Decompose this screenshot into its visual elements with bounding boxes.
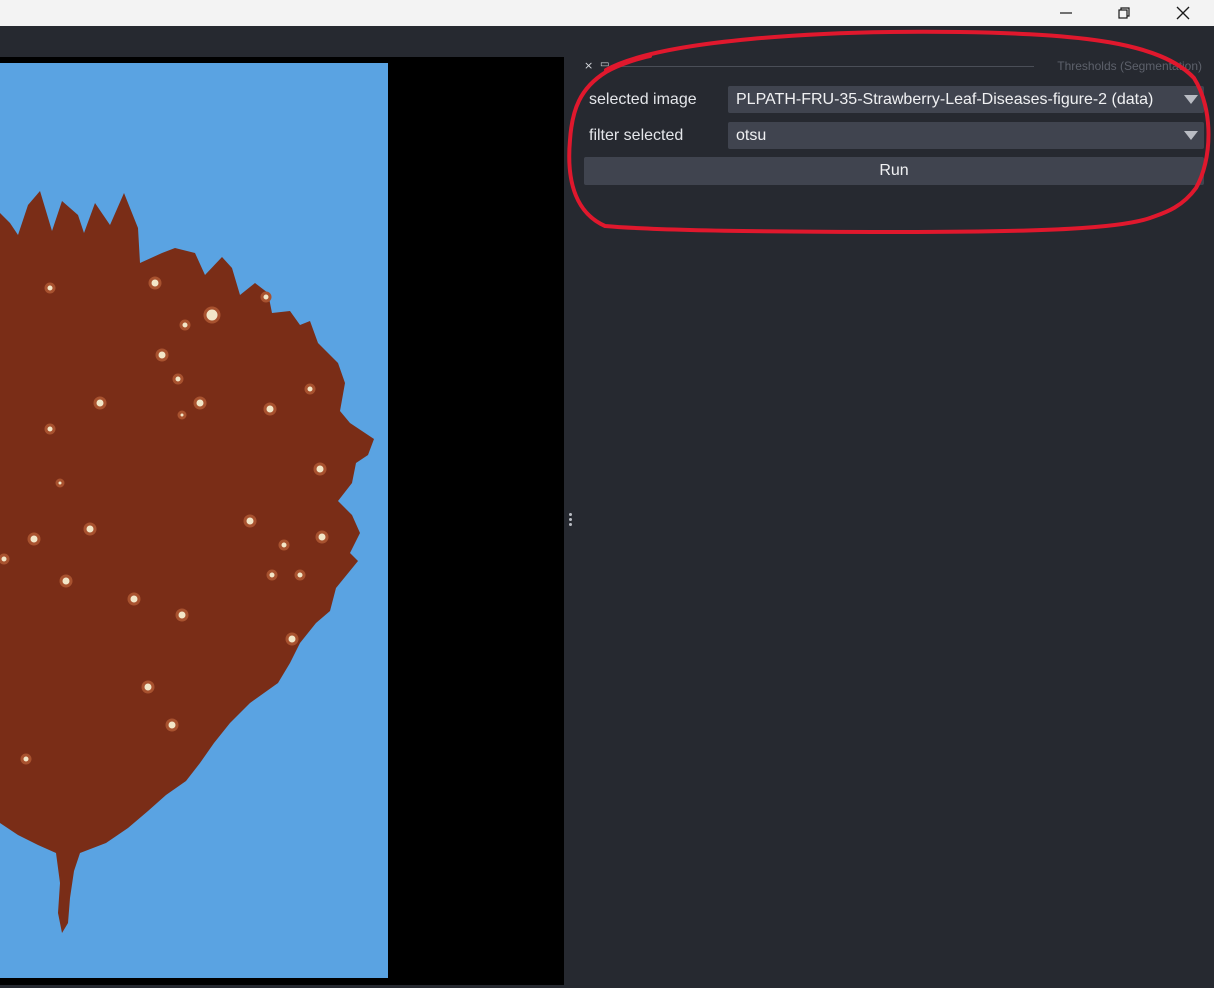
- dock-title-bar: × ▭ Thresholds (Segmentation): [578, 57, 1214, 77]
- filter-selected-label: filter selected: [589, 127, 684, 144]
- dock-title-divider: [618, 66, 1034, 67]
- selected-image-value: PLPATH-FRU-35-Strawberry-Leaf-Diseases-f…: [736, 91, 1154, 108]
- dock-float-button[interactable]: ▭: [600, 59, 609, 70]
- grip-dot: [569, 518, 572, 521]
- selected-image-label: selected image: [589, 91, 697, 108]
- leaf-shape: [0, 191, 374, 933]
- menu-bar: [0, 26, 1214, 57]
- dock-title: Thresholds (Segmentation): [1057, 59, 1202, 73]
- dock-close-button[interactable]: ×: [584, 59, 593, 72]
- thresholds-dock-panel: × ▭ Thresholds (Segmentation) selected i…: [578, 57, 1214, 988]
- grip-dot: [569, 523, 572, 526]
- close-window-button[interactable]: [1154, 0, 1212, 26]
- run-button[interactable]: Run: [584, 157, 1204, 185]
- window-title-bar: [0, 0, 1214, 26]
- minimize-icon: [1060, 12, 1072, 14]
- filter-selected-value: otsu: [736, 127, 767, 144]
- chevron-down-icon: [1184, 95, 1198, 104]
- dock-splitter-handle[interactable]: [564, 57, 578, 985]
- chevron-down-icon: [1184, 131, 1198, 140]
- leaf-image: [0, 63, 388, 978]
- grip-dot: [569, 513, 572, 516]
- close-icon: [1176, 6, 1190, 20]
- minimize-button[interactable]: [1037, 0, 1095, 26]
- image-canvas[interactable]: [0, 57, 564, 985]
- restore-icon: [1118, 7, 1130, 19]
- selected-image-dropdown[interactable]: PLPATH-FRU-35-Strawberry-Leaf-Diseases-f…: [728, 86, 1204, 113]
- filter-selected-dropdown[interactable]: otsu: [728, 122, 1204, 149]
- restore-button[interactable]: [1095, 0, 1153, 26]
